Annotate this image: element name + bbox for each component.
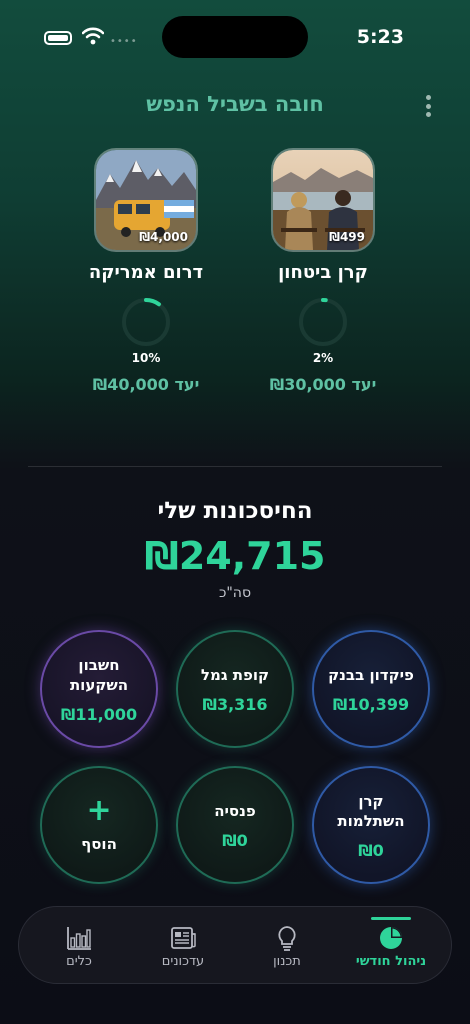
tab-planning[interactable]: תכנון <box>233 907 341 985</box>
add-label: הוסף <box>81 835 117 853</box>
goal-progress-ring <box>122 298 170 346</box>
plus-icon: + <box>86 793 112 828</box>
tab-updates[interactable]: עדכונים <box>129 907 237 985</box>
goal-name: דרום אמריקה <box>88 262 204 283</box>
goal-image: ₪4,000 <box>94 148 198 252</box>
tab-tools[interactable]: כלים <box>25 907 133 985</box>
divider <box>28 466 442 467</box>
savings-total: ₪24,715 <box>144 534 326 578</box>
account-name: פיקדון בבנק <box>328 665 414 684</box>
savings-account-pension[interactable]: פנסיה ₪0 <box>176 766 294 884</box>
tab-bar: ניהול חודשי תכנון עדכונים כלים <box>18 906 452 984</box>
account-name: פנסיה <box>214 801 256 820</box>
savings-total-label: סה"כ <box>218 585 252 601</box>
goal-target: יעד ₪30,000 <box>269 375 377 394</box>
pie-chart-icon <box>380 927 402 949</box>
tab-monthly-management[interactable]: ניהול חודשי <box>337 907 445 985</box>
more-options-icon[interactable] <box>420 92 436 120</box>
goal-image: ₪499 <box>271 148 375 252</box>
account-value: ₪3,316 <box>202 694 268 714</box>
goal-percent: 10% <box>131 351 161 365</box>
savings-account-bank-deposit[interactable]: פיקדון בבנק ₪10,399 <box>312 630 430 748</box>
savings-account-study-fund[interactable]: קרן השתלמות ₪0 <box>312 766 430 884</box>
goal-name: קרן ביטחון <box>278 262 368 283</box>
newspaper-icon <box>171 927 196 949</box>
status-bar: •••• 5:23 <box>0 0 470 70</box>
add-savings-button[interactable]: + הוסף <box>40 766 158 884</box>
goal-card-south-america[interactable]: ₪4,000 דרום אמריקה 10% יעד ₪40,000 <box>71 148 221 394</box>
tab-label: עדכונים <box>161 954 205 969</box>
goal-target: יעד ₪40,000 <box>92 375 200 394</box>
battery-icon <box>44 31 72 45</box>
goal-saved-amount: ₪4,000 <box>139 230 188 244</box>
account-name: חשבון השקעות <box>69 655 129 694</box>
dynamic-island <box>162 16 308 58</box>
goal-saved-amount: ₪499 <box>329 230 365 244</box>
signal-icon: •••• <box>110 36 138 47</box>
savings-title: החיסכונות שלי <box>157 498 313 524</box>
status-time: 5:23 <box>356 26 404 48</box>
page-title: חובה בשביל הנפש <box>146 92 324 116</box>
active-tab-indicator <box>371 917 411 920</box>
tab-label: תכנון <box>273 954 301 969</box>
lightbulb-icon <box>278 926 296 951</box>
account-name: קופת גמל <box>200 665 270 684</box>
account-name: קרן השתלמות <box>337 791 405 830</box>
account-value: ₪10,399 <box>332 694 410 714</box>
tab-label: כלים <box>66 954 92 969</box>
tab-label: ניהול חודשי <box>355 954 427 969</box>
savings-account-investment[interactable]: חשבון השקעות ₪11,000 <box>40 630 158 748</box>
wifi-icon <box>82 27 104 45</box>
account-value: ₪11,000 <box>60 704 138 724</box>
savings-account-provident-fund[interactable]: קופת גמל ₪3,316 <box>176 630 294 748</box>
account-value: ₪0 <box>222 830 248 850</box>
goal-percent: 2% <box>312 351 334 365</box>
goal-progress-ring <box>299 298 347 346</box>
bar-chart-icon <box>67 927 91 950</box>
account-value: ₪0 <box>358 840 384 860</box>
goal-card-emergency[interactable]: ₪499 קרן ביטחון 2% יעד ₪30,000 <box>248 148 398 394</box>
